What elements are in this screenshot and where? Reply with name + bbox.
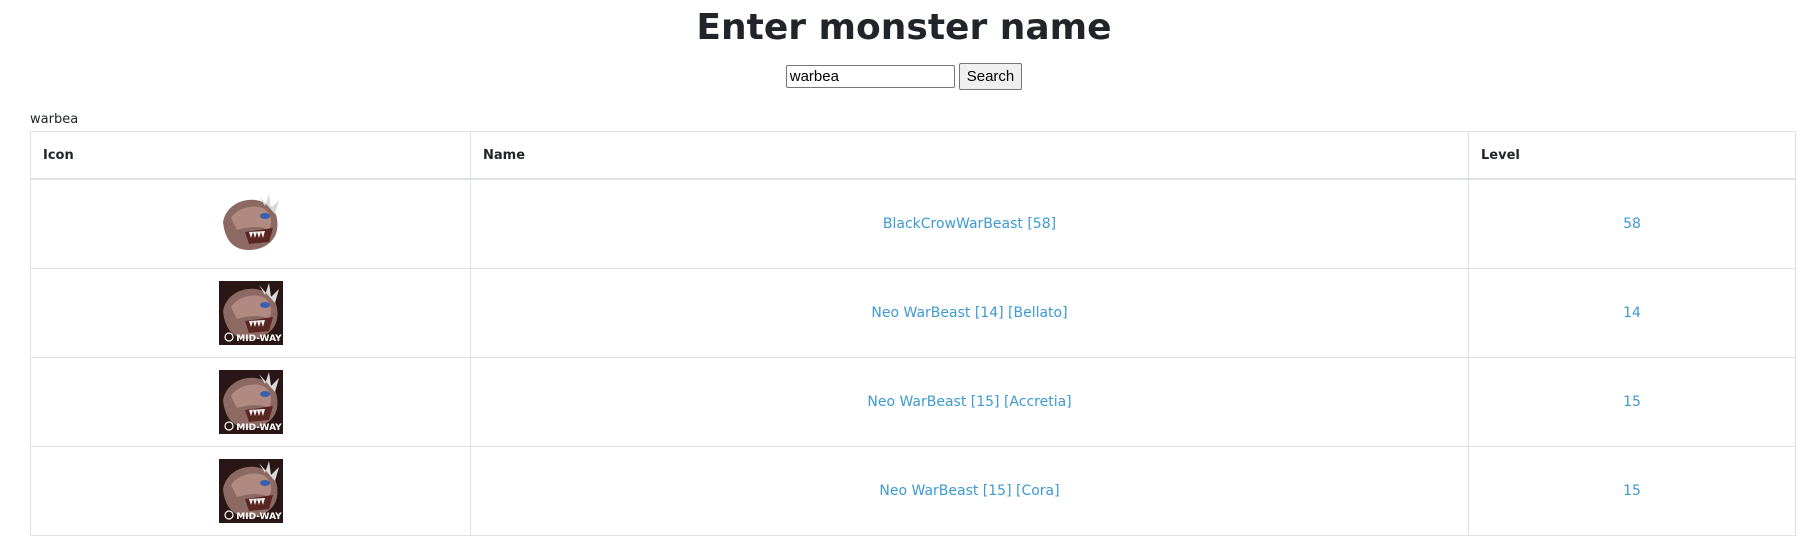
warbeast-icon-graphic: MID-WAY <box>218 370 283 434</box>
search-form: Search <box>0 63 1808 90</box>
name-cell: Neo WarBeast [15] [Cora] <box>470 446 1469 536</box>
monster-name-link[interactable]: Neo WarBeast [14] [Bellato] <box>871 305 1067 321</box>
warbeast-icon[interactable]: MID-WAY <box>218 281 283 345</box>
monster-name-link[interactable]: Neo WarBeast [15] [Accretia] <box>867 394 1071 410</box>
monster-name-link[interactable]: Neo WarBeast [15] [Cora] <box>879 483 1059 499</box>
monster-level-link[interactable]: 14 <box>1623 305 1641 321</box>
monster-level-link[interactable]: 15 <box>1623 483 1641 499</box>
monster-level-link[interactable]: 15 <box>1623 394 1641 410</box>
icon-cell <box>30 178 471 269</box>
table-row: MID-WAY Neo WarBeast [14] [Bellato] 14 <box>30 268 1796 358</box>
icon-caption: MID-WAY <box>236 423 282 433</box>
level-cell: 15 <box>1468 357 1796 447</box>
warbeast-icon-graphic: MID-WAY <box>218 281 283 345</box>
warbeast-icon-graphic: MID-WAY <box>218 459 283 523</box>
page-title: Enter monster name <box>696 7 1112 48</box>
table-header-row: Icon Name Level <box>30 131 1796 180</box>
icon-cell: MID-WAY <box>30 268 471 358</box>
icon-caption: MID-WAY <box>236 512 282 522</box>
table-row: BlackCrowWarBeast [58] 58 <box>30 178 1796 269</box>
level-cell: 14 <box>1468 268 1796 358</box>
monster-level-link[interactable]: 58 <box>1623 216 1641 232</box>
results-table: Icon Name Level BlackCrowWarBeast [58] 5… <box>30 131 1796 536</box>
icon-cell: MID-WAY <box>30 446 471 536</box>
level-cell: 58 <box>1468 178 1796 269</box>
query-echo: warbea <box>30 112 79 127</box>
name-cell: Neo WarBeast [14] [Bellato] <box>470 268 1469 358</box>
search-button[interactable]: Search <box>958 63 1023 90</box>
warbeast-icon[interactable]: MID-WAY <box>218 370 283 434</box>
table-row: MID-WAY Neo WarBeast [15] [Cora] 15 <box>30 446 1796 536</box>
warbeast-icon[interactable]: MID-WAY <box>218 459 283 523</box>
column-header-icon: Icon <box>30 131 471 180</box>
table-row: MID-WAY Neo WarBeast [15] [Accretia] 15 <box>30 357 1796 447</box>
column-header-level: Level <box>1468 131 1796 180</box>
column-header-name: Name <box>470 131 1469 180</box>
icon-caption: MID-WAY <box>236 334 282 344</box>
name-cell: Neo WarBeast [15] [Accretia] <box>470 357 1469 447</box>
warbeast-icon-graphic <box>218 192 283 256</box>
warbeast-icon[interactable] <box>218 192 283 256</box>
monster-name-link[interactable]: BlackCrowWarBeast [58] <box>883 216 1056 232</box>
page: Enter monster name Search warbea Icon Na… <box>0 0 1808 536</box>
name-cell: BlackCrowWarBeast [58] <box>470 178 1469 269</box>
icon-cell: MID-WAY <box>30 357 471 447</box>
search-input[interactable] <box>785 65 955 88</box>
level-cell: 15 <box>1468 446 1796 536</box>
